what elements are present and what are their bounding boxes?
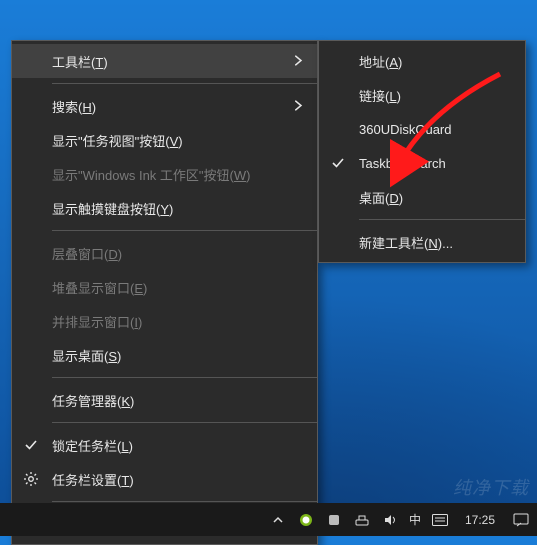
menu-item-ink-workspace: 显示"Windows Ink 工作区"按钮(W): [12, 157, 317, 191]
toolbars-submenu: 地址(A) 链接(L) 360UDiskGuard TaskbarSearch …: [318, 40, 526, 263]
menu-item-label: 显示触摸键盘按钮(Y): [52, 199, 173, 218]
submenu-arrow-icon: [295, 99, 303, 114]
menu-item-search[interactable]: 搜索(H): [12, 89, 317, 123]
menu-item-label: 链接(L): [359, 86, 401, 105]
tray-security-icon[interactable]: [297, 511, 315, 529]
ime-indicator[interactable]: 中: [409, 511, 421, 528]
menu-item-task-manager[interactable]: 任务管理器(K): [12, 383, 317, 417]
separator: [52, 501, 317, 502]
submenu-item-desktop[interactable]: 桌面(D): [319, 180, 525, 214]
submenu-item-udiskguard[interactable]: 360UDiskGuard: [319, 112, 525, 146]
check-icon: [22, 436, 40, 454]
submenu-item-links[interactable]: 链接(L): [319, 78, 525, 112]
separator: [52, 83, 317, 84]
menu-item-label: 层叠窗口(D): [52, 244, 122, 263]
tray-chevron-icon[interactable]: [269, 511, 287, 529]
system-tray: 中 17:25: [269, 510, 531, 530]
menu-item-touch-keyboard[interactable]: 显示触摸键盘按钮(Y): [12, 191, 317, 225]
tray-volume-icon[interactable]: [381, 511, 399, 529]
separator: [359, 219, 525, 220]
menu-item-label: 任务管理器(K): [52, 391, 134, 410]
submenu-item-taskbarsearch[interactable]: TaskbarSearch: [319, 146, 525, 180]
menu-item-label: 搜索(H): [52, 97, 96, 116]
menu-item-show-desktop[interactable]: 显示桌面(S): [12, 338, 317, 372]
menu-item-label: 堆叠显示窗口(E): [52, 278, 147, 297]
taskbar-context-menu: 工具栏(T) 搜索(H) 显示"任务视图"按钮(V) 显示"Windows In…: [11, 40, 318, 545]
menu-item-stacked: 堆叠显示窗口(E): [12, 270, 317, 304]
menu-item-label: 锁定任务栏(L): [52, 436, 133, 455]
check-icon: [329, 154, 347, 172]
menu-item-lock-taskbar[interactable]: 锁定任务栏(L): [12, 428, 317, 462]
menu-item-label: 地址(A): [359, 52, 402, 71]
menu-item-label: TaskbarSearch: [359, 156, 446, 171]
gear-icon: [22, 470, 40, 488]
menu-item-label: 显示"任务视图"按钮(V): [52, 131, 183, 150]
menu-item-cascade: 层叠窗口(D): [12, 236, 317, 270]
tray-app-icon[interactable]: [325, 511, 343, 529]
menu-item-toolbars[interactable]: 工具栏(T): [12, 44, 317, 78]
taskbar-clock[interactable]: 17:25: [459, 513, 501, 527]
menu-item-side-by-side: 并排显示窗口(I): [12, 304, 317, 338]
menu-item-label: 显示桌面(S): [52, 346, 121, 365]
submenu-item-address[interactable]: 地址(A): [319, 44, 525, 78]
submenu-item-new-toolbar[interactable]: 新建工具栏(N)...: [319, 225, 525, 259]
separator: [52, 422, 317, 423]
tray-network-icon[interactable]: [353, 511, 371, 529]
menu-item-label: 显示"Windows Ink 工作区"按钮(W): [52, 165, 251, 184]
menu-item-label: 任务栏设置(T): [52, 470, 134, 489]
separator: [52, 230, 317, 231]
notifications-icon[interactable]: [511, 510, 531, 530]
menu-item-label: 新建工具栏(N)...: [359, 233, 453, 252]
menu-item-label: 360UDiskGuard: [359, 122, 452, 137]
submenu-arrow-icon: [295, 54, 303, 69]
menu-item-task-view[interactable]: 显示"任务视图"按钮(V): [12, 123, 317, 157]
taskbar[interactable]: 中 17:25: [0, 503, 537, 536]
menu-item-label: 工具栏(T): [52, 52, 108, 71]
watermark-text: 纯净下载: [453, 474, 529, 500]
menu-item-label: 桌面(D): [359, 188, 403, 207]
tray-keyboard-icon[interactable]: [431, 511, 449, 529]
separator: [52, 377, 317, 378]
menu-item-label: 并排显示窗口(I): [52, 312, 142, 331]
menu-item-taskbar-settings[interactable]: 任务栏设置(T): [12, 462, 317, 496]
